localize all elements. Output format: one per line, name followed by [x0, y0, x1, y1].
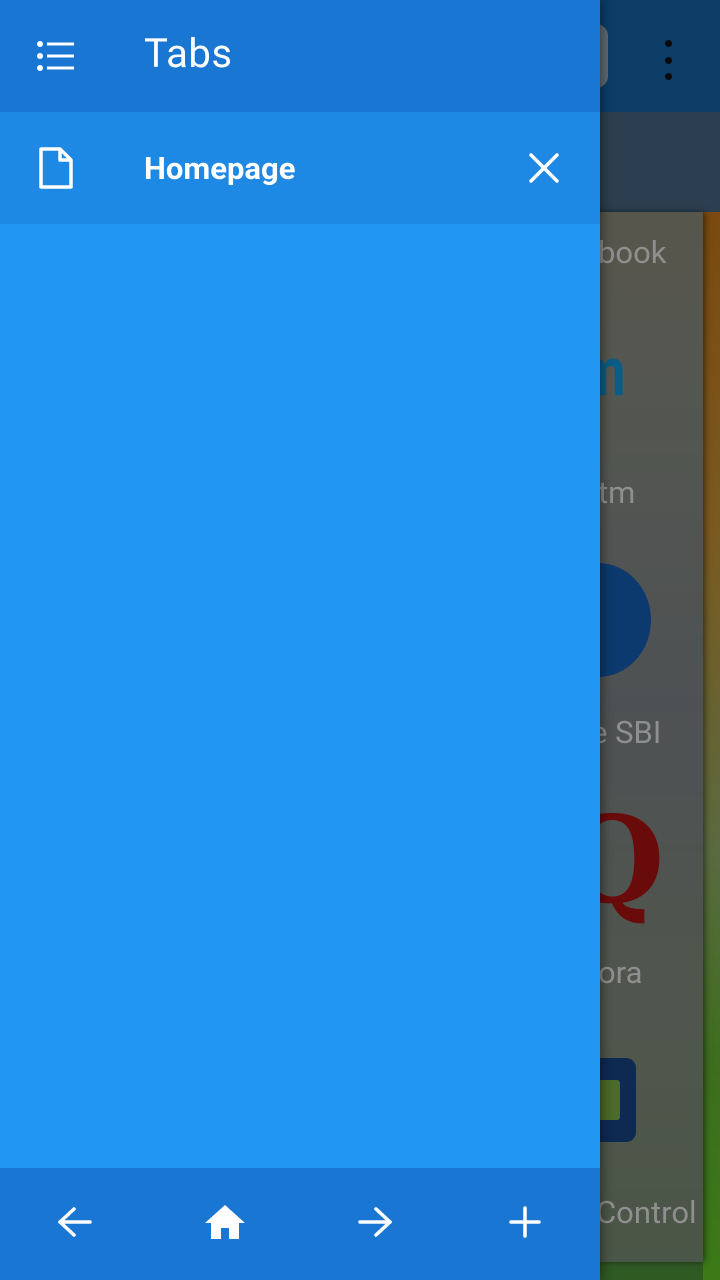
arrow-right-icon [357, 1206, 393, 1242]
plus-icon [509, 1206, 541, 1242]
close-tab-icon[interactable] [520, 144, 568, 192]
forward-button[interactable] [300, 1168, 450, 1280]
overflow-menu-icon [660, 40, 676, 80]
list-icon[interactable] [36, 40, 76, 72]
back-button[interactable] [0, 1168, 150, 1280]
background-wallpaper-edge [703, 212, 720, 1280]
shortcut-label-paytm: tm [598, 474, 636, 511]
home-icon [204, 1204, 246, 1244]
shortcut-label-quora: ora [598, 954, 643, 991]
shortcut-label-facebook: book [598, 234, 667, 271]
drawer-header: Tabs [0, 0, 600, 112]
drawer-bottom-bar [0, 1168, 600, 1280]
tabs-drawer: Tabs Homepage [0, 0, 600, 1280]
shortcut-label-sbi: e SBI [591, 714, 662, 751]
tab-item-homepage[interactable]: Homepage [0, 112, 600, 224]
drawer-title: Tabs [144, 30, 233, 77]
new-tab-button[interactable] [450, 1168, 600, 1280]
tab-label: Homepage [144, 150, 296, 187]
arrow-left-icon [57, 1206, 93, 1242]
home-button[interactable] [150, 1168, 300, 1280]
page-icon [38, 146, 74, 190]
shortcut-label-control: Control [596, 1194, 697, 1231]
